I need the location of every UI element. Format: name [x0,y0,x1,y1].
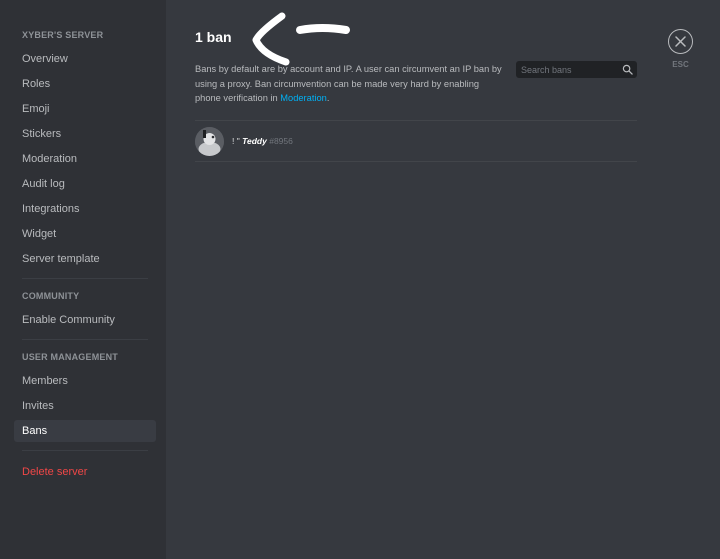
page-title: 1 ban [195,29,232,45]
ban-list-item[interactable]: ! " Teddy #8956 [195,120,637,162]
arrow-annotation [252,12,350,66]
scrollbar-track [710,0,720,559]
sidebar-item-invites[interactable]: Invites [14,395,156,417]
sidebar-item-members[interactable]: Members [14,370,156,392]
sidebar-item-server-template[interactable]: Server template [14,248,156,270]
close-button[interactable] [668,29,693,54]
sidebar-item-enable-community[interactable]: Enable Community [14,309,156,331]
moderation-link[interactable]: Moderation [280,93,327,103]
sidebar-item-audit-log[interactable]: Audit log [14,173,156,195]
sidebar-item-widget[interactable]: Widget [14,223,156,245]
search-bans[interactable] [516,61,637,78]
username: Teddy [242,136,267,146]
description-end: . [326,93,330,103]
bans-panel: 1 ban Bans by default are by account and… [166,0,710,559]
community-header: COMMUNITY [22,291,80,301]
bans-description: Bans by default are by account and IP. A… [195,62,505,106]
esc-label: ESC [672,60,689,69]
username-prefix: ! " [232,136,240,146]
sidebar-item-emoji[interactable]: Emoji [14,98,156,120]
sidebar-item-stickers[interactable]: Stickers [14,123,156,145]
banned-user-name: ! " Teddy #8956 [232,136,293,146]
settings-sidebar: XYBER'S SERVER Overview Roles Emoji Stic… [0,0,166,559]
search-input[interactable] [516,61,620,78]
server-header: XYBER'S SERVER [22,30,104,40]
sidebar-item-moderation[interactable]: Moderation [14,148,156,170]
close-icon [675,36,686,47]
avatar [195,127,224,156]
delete-server-button[interactable]: Delete server [14,461,156,483]
description-text: Bans by default are by account and IP. A… [195,64,502,103]
sidebar-item-overview[interactable]: Overview [14,48,156,70]
sidebar-item-roles[interactable]: Roles [14,73,156,95]
sidebar-item-integrations[interactable]: Integrations [14,198,156,220]
discriminator: #8956 [269,136,293,146]
sidebar-item-bans[interactable]: Bans [14,420,156,442]
search-icon [622,64,633,75]
user-management-header: USER MANAGEMENT [22,352,119,362]
